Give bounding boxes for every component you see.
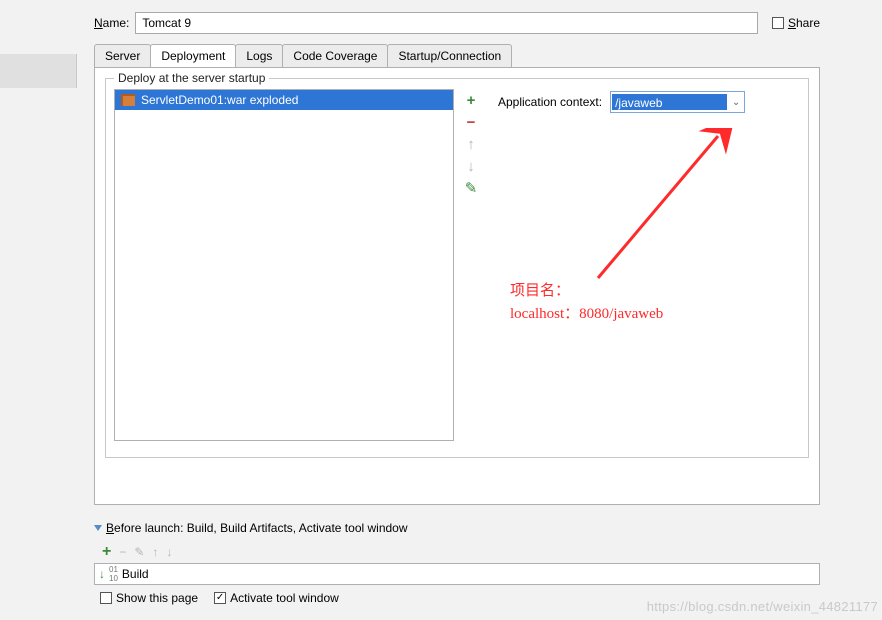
checkbox-icon (100, 592, 112, 604)
deploy-legend: Deploy at the server startup (114, 71, 269, 85)
chevron-down-icon[interactable]: ⌄ (728, 97, 744, 108)
left-pane-stub (0, 54, 77, 88)
activate-tool-window-checkbox[interactable]: ✓ Activate tool window (214, 591, 339, 605)
tab-code-coverage[interactable]: Code Coverage (282, 44, 388, 67)
up-icon: ↑ (152, 545, 158, 559)
share-label: Share (788, 16, 820, 30)
task-label: Build (122, 567, 149, 581)
artifact-label: ServletDemo01:war exploded (141, 93, 298, 107)
bits-icon: 0110 (109, 565, 118, 583)
checkbox-checked-icon: ✓ (214, 592, 226, 604)
activate-label: Activate tool window (230, 591, 339, 605)
app-context-value[interactable]: /javaweb (612, 94, 727, 110)
tab-deployment[interactable]: Deployment (150, 44, 236, 67)
name-input[interactable] (135, 12, 758, 34)
name-row: Name: Share (82, 0, 832, 40)
tab-server[interactable]: Server (94, 44, 151, 67)
show-this-page-checkbox[interactable]: Show this page (100, 591, 198, 605)
before-launch-toolbar: + − ✎ ↑ ↓ (94, 539, 820, 563)
edit-icon: ✎ (134, 545, 144, 559)
app-context-combo[interactable]: /javaweb ⌄ (610, 91, 745, 113)
context-column: Application context: /javaweb ⌄ (488, 89, 800, 449)
name-label: Name: (94, 16, 129, 30)
annotation-text: 项目名： localhost：8080/javaweb (510, 280, 663, 325)
remove-icon: − (119, 545, 126, 559)
edit-icon[interactable]: ✎ (462, 179, 480, 197)
add-icon[interactable]: + (462, 91, 480, 109)
tab-startup-connection[interactable]: Startup/Connection (387, 44, 512, 67)
before-launch-label: Before launch: Build, Build Artifacts, A… (106, 521, 408, 535)
down-icon: ↓ (166, 545, 172, 559)
watermark-text: https://blog.csdn.net/weixin_44821177 (647, 599, 878, 614)
download-icon: ↓ (99, 567, 105, 581)
remove-icon[interactable]: − (462, 113, 480, 131)
list-item[interactable]: ServletDemo01:war exploded (115, 90, 453, 110)
share-checkbox[interactable]: Share (772, 16, 820, 30)
disclosure-down-icon (94, 525, 102, 531)
checkbox-icon (772, 17, 784, 29)
down-icon: ↓ (462, 157, 480, 175)
add-icon[interactable]: + (102, 543, 111, 561)
app-context-label: Application context: (498, 95, 602, 109)
deploy-fieldset: Deploy at the server startup ServletDemo… (105, 78, 809, 458)
tab-logs[interactable]: Logs (235, 44, 283, 67)
up-icon: ↑ (462, 135, 480, 153)
artifact-list[interactable]: ServletDemo01:war exploded (114, 89, 454, 441)
artifact-toolbar: + − ↑ ↓ ✎ (460, 89, 482, 449)
artifact-icon (121, 94, 135, 106)
tabs-row: Server Deployment Logs Code Coverage Sta… (82, 40, 832, 67)
deployment-panel: Deploy at the server startup ServletDemo… (94, 67, 820, 505)
before-launch-list[interactable]: ↓ 0110 Build (94, 563, 820, 585)
before-launch-header[interactable]: Before launch: Build, Build Artifacts, A… (94, 515, 820, 539)
show-page-label: Show this page (116, 591, 198, 605)
run-config-dialog: Name: Share Server Deployment Logs Code … (82, 0, 832, 620)
before-launch-section: Before launch: Build, Build Artifacts, A… (94, 515, 820, 605)
